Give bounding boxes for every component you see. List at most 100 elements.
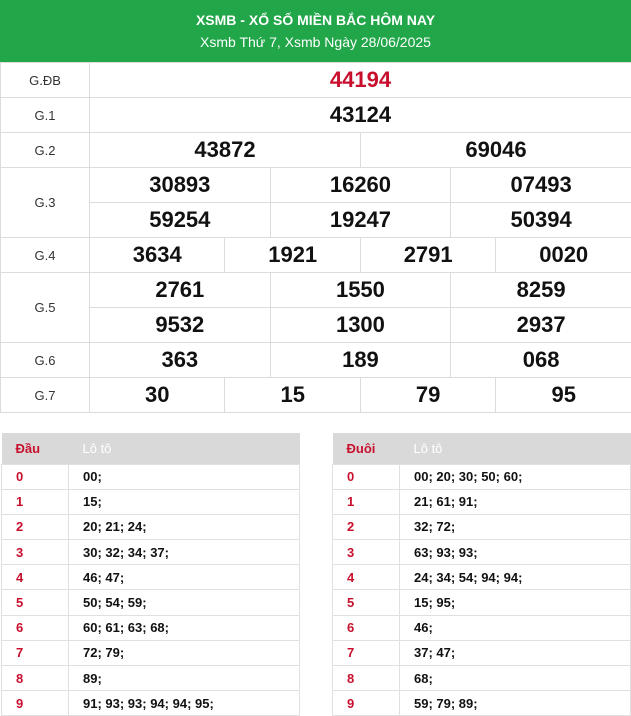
duoi-key: 1 — [332, 488, 400, 515]
table-row: 5 50; 54; 59; — [1, 589, 300, 616]
dau-key: 0 — [1, 463, 69, 490]
loto-values: 60; 61; 63; 68; — [68, 614, 300, 641]
loto-values: 15; 95; — [399, 589, 631, 616]
table-row: 3 30; 32; 34; 37; — [1, 539, 300, 566]
table-row: 0 00; — [1, 463, 300, 490]
table-row: 5 15; 95; — [332, 589, 631, 616]
prize-number: 2761 — [89, 272, 271, 308]
duoi-key: 0 — [332, 463, 400, 490]
prize-number: 59254 — [89, 202, 271, 238]
prize-number: 30 — [88, 377, 226, 413]
dau-key: 6 — [1, 614, 69, 641]
loto-values: 68; — [399, 664, 631, 692]
duoi-key: 4 — [332, 564, 400, 591]
duoi-key: 6 — [332, 614, 400, 641]
dau-header: Đầu — [1, 433, 69, 464]
prize-number: 1921 — [224, 237, 361, 273]
prize-number: 3634 — [88, 237, 226, 273]
loto-values: 30; 32; 34; 37; — [68, 539, 300, 566]
prize-number: 19247 — [269, 202, 452, 238]
duoi-key: 9 — [332, 690, 400, 716]
loto-values: 59; 79; 89; — [399, 690, 631, 716]
dau-key: 5 — [1, 589, 69, 616]
prize-number: 189 — [269, 342, 452, 378]
table-row: 0 00; 20; 30; 50; 60; — [332, 463, 631, 490]
prize-label: G.2 — [0, 132, 90, 168]
prize-number: 1300 — [269, 307, 452, 343]
prize-row-special: G.ĐB 44194 — [0, 62, 631, 98]
dau-loto-table: Đầu Lô tô 0 00; 1 15; 2 20; 21; 24; 3 30; 32… — [1, 433, 300, 716]
page-title: XSMB - XỔ SỐ MIỀN BẮC HÔM NAY — [195, 12, 436, 28]
prize-number: 95 — [495, 377, 631, 413]
table-row: 4 46; 47; — [1, 564, 300, 591]
table-row: 3 63; 93; 93; — [332, 539, 631, 566]
dau-key: 2 — [1, 513, 69, 541]
prize-row-g6: G.6 363 189 068 — [0, 342, 631, 378]
dau-key: 7 — [1, 639, 69, 667]
prize-row-g2: G.2 43872 69046 — [0, 132, 631, 168]
prize-number: 16260 — [269, 167, 452, 203]
prize-number: 43872 — [89, 132, 361, 168]
prize-row-g3: G.3 30893 16260 07493 — [0, 167, 631, 238]
loto-values: 46; 47; — [68, 564, 300, 591]
prize-number: 43124 — [89, 97, 631, 133]
loto-values: 89; — [68, 664, 300, 692]
loto-values: 00; — [68, 463, 300, 490]
duoi-header: Đuôi — [332, 433, 400, 464]
duoi-key: 2 — [332, 513, 400, 541]
duoi-key: 5 — [332, 589, 400, 616]
loto-values: 21; 61; 91; — [399, 488, 631, 515]
prize-row-g5: G.5 2761 1550 8259 — [0, 272, 631, 343]
prize-number: 79 — [359, 377, 497, 413]
loto-values: 15; — [68, 488, 300, 515]
loto-header: Lô tô — [399, 433, 631, 464]
prize-number: 30893 — [89, 167, 271, 203]
prize-label: G.5 — [0, 272, 90, 343]
prize-label: G.3 — [0, 167, 90, 238]
table-row: 2 32; 72; — [332, 513, 631, 541]
prize-number: 1550 — [269, 272, 452, 308]
loto-values: 72; 79; — [68, 639, 300, 667]
prize-row-g7: G.7 30 15 79 95 — [0, 377, 631, 413]
duoi-loto-table: Đuôi Lô tô 0 00; 20; 30; 50; 60; 1 21; 61;… — [332, 433, 631, 716]
prize-row-g3-b: 59254 19247 50394 — [1, 202, 631, 238]
dau-key: 1 — [1, 488, 69, 515]
prize-number: 44194 — [89, 62, 631, 98]
loto-values: 24; 34; 54; 94; 94; — [399, 564, 631, 591]
prize-number: 50394 — [450, 202, 631, 238]
prize-number: 9532 — [89, 307, 271, 343]
table-row: 1 15; — [1, 488, 300, 515]
table-row: 1 21; 61; 91; — [332, 488, 631, 515]
table-row: 7 37; 47; — [332, 639, 631, 667]
loto-values: 32; 72; — [399, 513, 631, 541]
loto-values: 91; 93; 93; 94; 94; 95; — [68, 690, 300, 716]
dau-key: 4 — [1, 564, 69, 591]
prize-row-g5-b: 9532 1300 2937 — [1, 307, 631, 343]
prize-number: 0020 — [495, 237, 631, 273]
prize-label: G.6 — [0, 342, 90, 378]
page-header: XSMB - XỔ SỐ MIỀN BẮC HÔM NAY Xsmb Thứ 7… — [0, 0, 631, 62]
dau-key: 3 — [1, 539, 69, 566]
prize-number: 15 — [224, 377, 361, 413]
table-row: 7 72; 79; — [1, 639, 300, 667]
prize-number: 8259 — [450, 272, 631, 308]
table-row: 6 60; 61; 63; 68; — [1, 614, 300, 641]
prize-row-g4: G.4 3634 1921 2791 0020 — [0, 237, 631, 273]
loto-header: Lô tô — [68, 433, 300, 464]
prize-number: 2791 — [359, 237, 497, 273]
dau-key: 8 — [1, 664, 69, 692]
table-row: 6 46; — [332, 614, 631, 641]
loto-values: 37; 47; — [399, 639, 631, 667]
loto-values: 46; — [399, 614, 631, 641]
results-table: G.ĐB 44194 G.1 43124 G.2 43872 69046 G.3… — [0, 62, 631, 413]
prize-label: G.1 — [0, 97, 90, 133]
prize-label: G.4 — [0, 237, 90, 273]
prize-label: G.7 — [0, 377, 90, 413]
prize-label: G.ĐB — [0, 62, 90, 98]
duoi-key: 7 — [332, 639, 400, 667]
prize-number: 068 — [450, 342, 631, 378]
table-row: 2 20; 21; 24; — [1, 513, 300, 541]
table-row: 9 59; 79; 89; — [332, 690, 631, 716]
table-row: 4 24; 34; 54; 94; 94; — [332, 564, 631, 591]
table-row: 9 91; 93; 93; 94; 94; 95; — [1, 690, 300, 716]
